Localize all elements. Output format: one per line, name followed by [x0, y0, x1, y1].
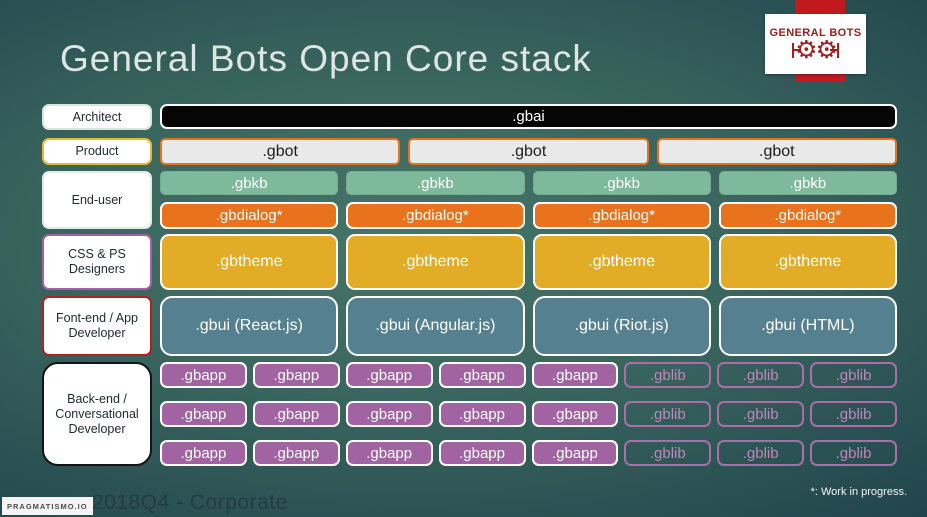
work-in-progress-footnote: *: Work in progress. — [810, 486, 907, 498]
gbkb-box: .gbkb — [346, 171, 525, 195]
page-title: General Bots Open Core stack — [60, 38, 592, 79]
row-label-end-user: End-user — [42, 171, 152, 229]
gbkb-box: .gbkb — [160, 171, 339, 195]
gbui-react-box: .gbui (React.js) — [160, 296, 339, 356]
gbapp-box: .gbapp — [531, 401, 619, 427]
gbapp-box: .gbapp — [438, 440, 526, 466]
row-label-product: Product — [42, 138, 152, 165]
gblib-box: .gblib — [624, 362, 712, 388]
gbui-angular-box: .gbui (Angular.js) — [346, 296, 525, 356]
gbai-row: .gbai — [160, 104, 897, 129]
gear-tick-left — [792, 42, 802, 58]
gbtheme-box: .gbtheme — [718, 234, 897, 290]
gbapp-box: .gbapp — [345, 401, 433, 427]
gbdialog-row: .gbdialog* .gbdialog* .gbdialog* .gbdial… — [160, 202, 897, 229]
gbapp-box: .gbapp — [252, 440, 340, 466]
gbot-box: .gbot — [656, 138, 897, 165]
gblib-box: .gblib — [810, 440, 897, 466]
gbapp-row-1: .gbapp .gbapp .gbapp .gbapp .gbapp .gbli… — [160, 362, 897, 388]
gbdialog-box: .gbdialog* — [718, 202, 897, 229]
gbai-bar: .gbai — [160, 104, 897, 129]
gblib-box: .gblib — [810, 362, 897, 388]
pragmatismo-logo-badge: PRAGMATISMO.IO — [2, 497, 93, 515]
row-label-front-end-app-developer: Font-end / App Developer — [42, 296, 152, 356]
gbapp-row-2: .gbapp .gbapp .gbapp .gbapp .gbapp .gbli… — [160, 401, 897, 427]
footer-edition-text: 2018Q4 - Corporate — [92, 491, 288, 514]
gbapp-box: .gbapp — [531, 362, 619, 388]
general-bots-logo: GENERAL BOTS ⚙⚙ — [765, 14, 866, 74]
slide-canvas: General Bots Open Core stack GENERAL BOT… — [0, 0, 927, 517]
row-label-architect: Architect — [42, 104, 152, 130]
row-label-back-end-conversational-developer: Back-end / Conversational Developer — [42, 362, 152, 466]
gears-icon: ⚙⚙ — [792, 37, 839, 63]
gbapp-box: .gbapp — [160, 401, 247, 427]
gbtheme-box: .gbtheme — [532, 234, 711, 290]
gbapp-box: .gbapp — [438, 362, 526, 388]
gbapp-box: .gbapp — [345, 440, 433, 466]
gbapp-box: .gbapp — [345, 362, 433, 388]
gbtheme-box: .gbtheme — [346, 234, 525, 290]
gbot-row: .gbot .gbot .gbot — [160, 138, 897, 165]
gbdialog-box: .gbdialog* — [346, 202, 525, 229]
gbkb-box: .gbkb — [718, 171, 897, 195]
gbdialog-box: .gbdialog* — [532, 202, 711, 229]
gbapp-box: .gbapp — [160, 362, 247, 388]
gbtheme-box: .gbtheme — [160, 234, 339, 290]
gbapp-box: .gbapp — [160, 440, 247, 466]
gblib-box: .gblib — [717, 362, 805, 388]
gblib-box: .gblib — [810, 401, 897, 427]
gblib-box: .gblib — [624, 401, 712, 427]
gbkb-box: .gbkb — [532, 171, 711, 195]
gbot-box: .gbot — [408, 138, 649, 165]
gblib-box: .gblib — [624, 440, 712, 466]
gbkb-row: .gbkb .gbkb .gbkb .gbkb — [160, 171, 897, 195]
gblib-box: .gblib — [717, 440, 805, 466]
gbui-riot-box: .gbui (Riot.js) — [532, 296, 711, 356]
gbui-html-box: .gbui (HTML) — [718, 296, 897, 356]
gbapp-row-3: .gbapp .gbapp .gbapp .gbapp .gbapp .gbli… — [160, 440, 897, 466]
gblib-box: .gblib — [717, 401, 805, 427]
row-label-css-ps-designers: CSS & PS Designers — [42, 234, 152, 290]
gbapp-box: .gbapp — [531, 440, 619, 466]
gbui-row: .gbui (React.js) .gbui (Angular.js) .gbu… — [160, 296, 897, 356]
gbapp-box: .gbapp — [252, 401, 340, 427]
gbdialog-box: .gbdialog* — [160, 202, 339, 229]
gear-tick-right — [829, 42, 839, 58]
gbot-box: .gbot — [160, 138, 401, 165]
gbapp-box: .gbapp — [438, 401, 526, 427]
gbapp-box: .gbapp — [252, 362, 340, 388]
gbtheme-row: .gbtheme .gbtheme .gbtheme .gbtheme — [160, 234, 897, 290]
